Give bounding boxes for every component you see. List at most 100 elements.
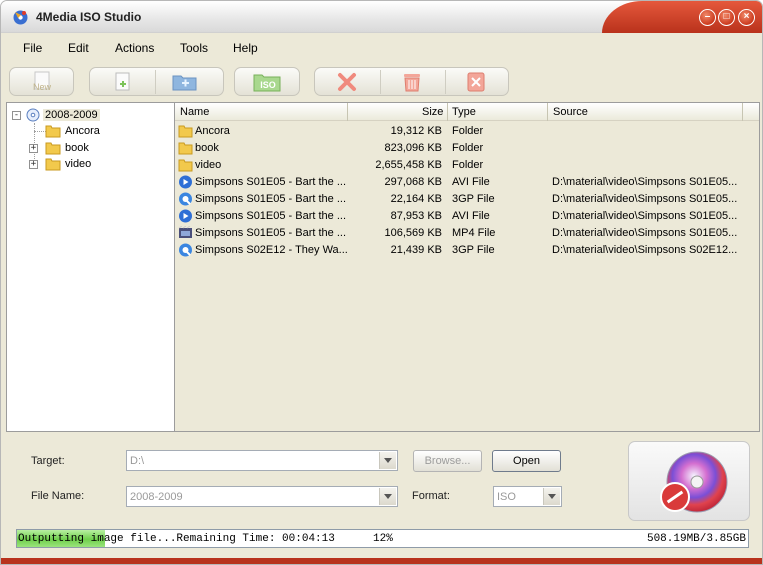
menu-file[interactable]: File (23, 41, 42, 55)
row-size: 22,164 KB (390, 193, 442, 205)
filename-value: 2008-2009 (130, 491, 183, 503)
tree-expand-toggle[interactable]: + (29, 160, 38, 169)
folder-icon (178, 159, 193, 172)
column-header-source[interactable]: Source (553, 106, 588, 118)
trash-icon (404, 74, 420, 92)
progress-percent: 12% (373, 533, 393, 545)
add-folder-button[interactable] (170, 71, 200, 93)
toolbar-group-iso: ISO (234, 67, 300, 96)
row-source: D:\material\video\Simpsons S01E05... (552, 227, 738, 239)
toolbar-separator (445, 70, 446, 94)
folder-tree[interactable]: - 2008-2009 Ancora + book + video (6, 102, 175, 432)
row-source: D:\material\video\Simpsons S02E12... (552, 244, 738, 256)
table-row[interactable]: Simpsons S02E12 - They Wa... 21,439 KB 3GP… (175, 242, 759, 259)
remove-button[interactable] (397, 71, 427, 93)
status-message: Outputting image file...Remaining Time: … (18, 533, 335, 545)
row-source: D:\material\video\Simpsons S01E05... (552, 176, 738, 188)
tree-expand-toggle[interactable]: + (29, 144, 38, 153)
format-select[interactable]: ISO (493, 486, 562, 507)
target-combo[interactable]: D:\ (126, 450, 398, 471)
disc-icon (26, 108, 40, 122)
row-name: video (195, 159, 222, 171)
burn-button[interactable] (628, 441, 750, 521)
menu-actions[interactable]: Actions (115, 41, 154, 55)
dropdown-arrow-icon[interactable] (379, 452, 396, 469)
close-button[interactable]: × (738, 9, 755, 26)
target-value: D:\ (130, 455, 145, 467)
file-list[interactable]: Name Size Type Source Ancora 19,312 KB Fol… (175, 102, 760, 432)
delete-button[interactable] (332, 71, 362, 93)
title-bar[interactable]: 4Media ISO Studio – □ × (1, 1, 762, 33)
column-header-type[interactable]: Type (452, 106, 476, 118)
toolbar-separator (380, 70, 381, 94)
tree-item-ancora[interactable]: Ancora (65, 125, 100, 137)
menu-edit[interactable]: Edit (68, 41, 89, 55)
window-bottom-border (1, 558, 762, 564)
menu-tools[interactable]: Tools (180, 41, 208, 55)
row-size: 823,096 KB (384, 142, 443, 154)
dropdown-arrow-icon[interactable] (543, 488, 560, 505)
toolbar-group-add (89, 67, 224, 96)
column-header-name[interactable]: Name (180, 106, 209, 118)
table-row[interactable]: video 2,655,458 KB Folder (175, 157, 759, 174)
media-player-icon (179, 209, 192, 223)
column-header-size[interactable]: Size (422, 106, 443, 118)
folder-icon (45, 142, 61, 155)
target-label: Target: (31, 455, 65, 467)
row-source: D:\material\video\Simpsons S01E05... (552, 210, 738, 222)
row-size: 2,655,458 KB (375, 159, 442, 171)
add-folder-icon (172, 75, 197, 91)
folder-icon (45, 125, 61, 138)
menu-help[interactable]: Help (233, 41, 258, 55)
row-type: Folder (452, 142, 484, 154)
table-row[interactable]: Simpsons S01E05 - Bart the ... 87,953 KB A… (175, 208, 759, 225)
row-name: Ancora (195, 125, 230, 137)
format-value: ISO (497, 491, 516, 503)
filename-combo[interactable]: 2008-2009 (126, 486, 398, 507)
table-row[interactable]: Simpsons S01E05 - Bart the ... 297,068 KB… (175, 174, 759, 191)
add-file-button[interactable] (107, 71, 137, 93)
row-type: AVI File (452, 210, 490, 222)
list-header: Name Size Type Source (175, 103, 759, 121)
browse-button[interactable]: Browse... (413, 450, 482, 472)
table-row[interactable]: Ancora 19,312 KB Folder (175, 123, 759, 140)
dropdown-arrow-icon[interactable] (379, 488, 396, 505)
new-icon: New (33, 71, 51, 92)
window-title: 4Media ISO Studio (36, 10, 142, 24)
row-name: Simpsons S01E05 - Bart the ... (195, 210, 347, 222)
tree-item-video[interactable]: video (65, 158, 91, 170)
column-divider[interactable] (547, 103, 548, 121)
column-divider[interactable] (447, 103, 448, 121)
progress-size: 508.19MB/3.85GB (646, 533, 746, 545)
delete-icon (338, 73, 356, 91)
row-type: AVI File (452, 176, 490, 188)
table-row[interactable]: Simpsons S01E05 - Bart the ... 22,164 KB 3… (175, 191, 759, 208)
quicktime-icon (179, 192, 192, 206)
progress-bar: Outputting image file...Remaining Time: … (16, 529, 749, 548)
open-button[interactable]: Open (492, 450, 561, 472)
create-iso-button[interactable]: ISO (252, 71, 282, 93)
tree-item-book[interactable]: book (65, 142, 89, 154)
tree-collapse-toggle[interactable]: - (12, 111, 21, 120)
row-name: Simpsons S01E05 - Bart the ... (195, 193, 347, 205)
clear-all-button[interactable] (461, 71, 491, 93)
row-type: Folder (452, 125, 484, 137)
column-divider[interactable] (347, 103, 348, 121)
filename-label: File Name: (31, 490, 85, 502)
row-name: book (195, 142, 219, 154)
menu-bar: File Edit Actions Tools Help (1, 34, 762, 60)
row-type: 3GP File (452, 244, 495, 256)
row-name: Simpsons S02E12 - They Wa... (195, 244, 348, 256)
toolbar-separator (155, 70, 156, 94)
table-row[interactable]: Simpsons S01E05 - Bart the ... 106,569 KB… (175, 225, 759, 242)
maximize-button[interactable]: □ (718, 9, 735, 26)
new-button[interactable]: New (27, 71, 57, 93)
app-window: 4Media ISO Studio – □ × File Edit Action… (0, 0, 763, 565)
table-row[interactable]: book 823,096 KB Folder (175, 140, 759, 157)
video-clip-icon (178, 226, 192, 238)
row-type: 3GP File (452, 193, 495, 205)
minimize-button[interactable]: – (699, 9, 716, 26)
row-size: 21,439 KB (390, 244, 442, 256)
tree-root-label[interactable]: 2008-2009 (43, 109, 100, 121)
column-divider[interactable] (742, 103, 743, 121)
